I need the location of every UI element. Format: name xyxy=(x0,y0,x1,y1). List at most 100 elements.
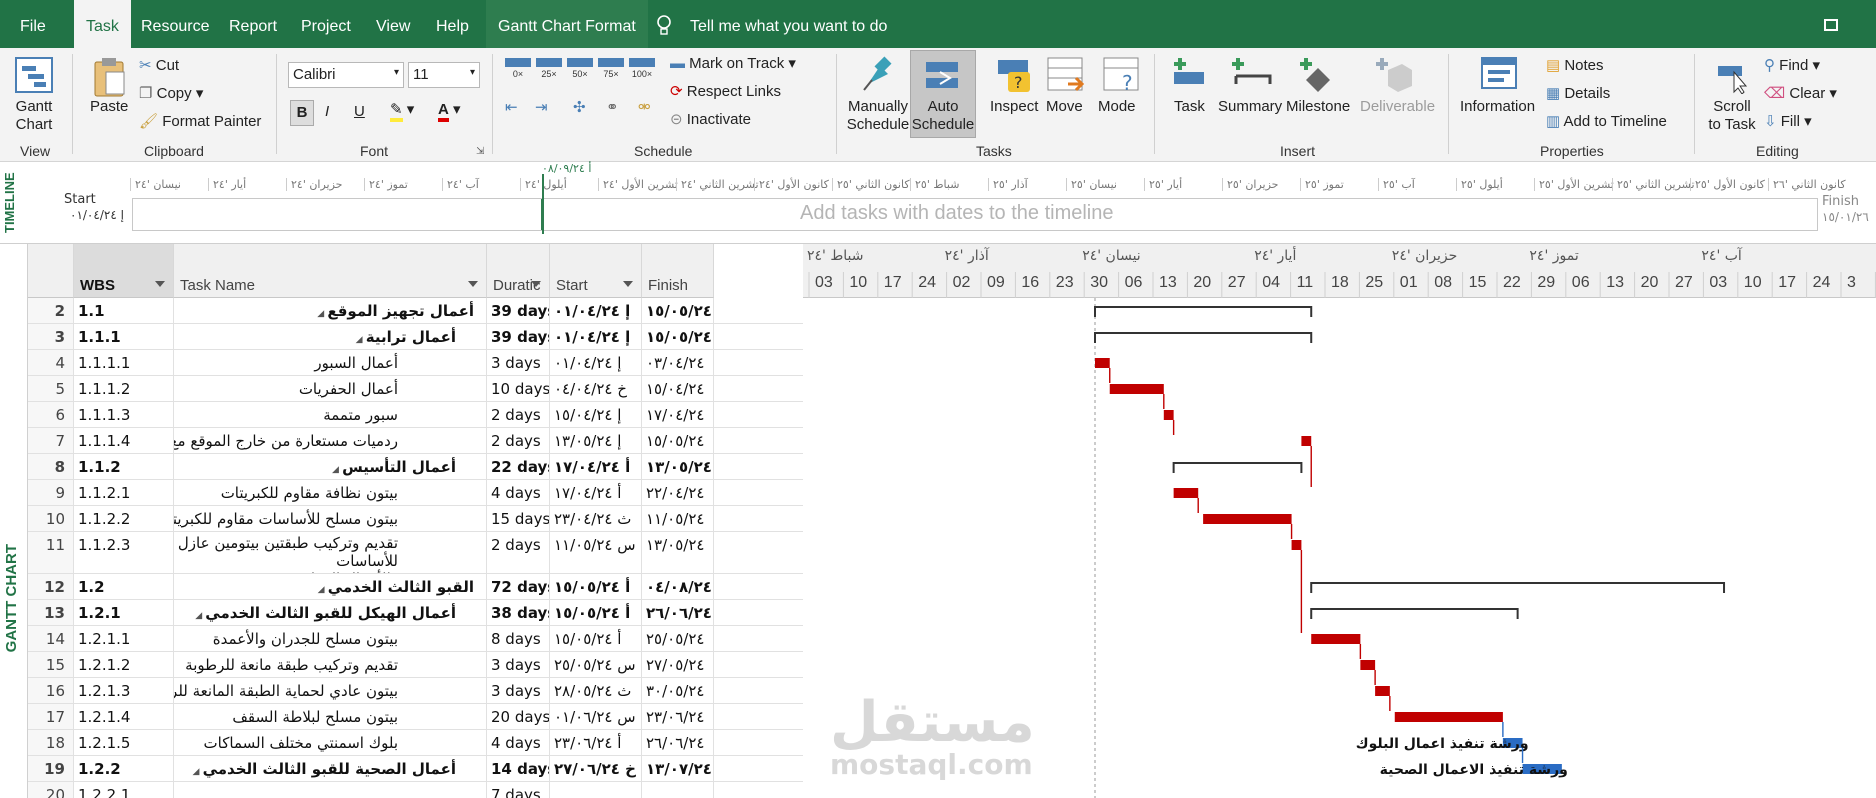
tell-me-search[interactable]: Tell me what you want to do xyxy=(690,0,887,48)
manually-schedule-button[interactable]: Manually Schedule xyxy=(842,98,914,134)
timeline-visible-range[interactable] xyxy=(133,199,543,230)
critical-task-bar[interactable] xyxy=(1173,488,1199,498)
auto-schedule-button[interactable]: Auto Schedule xyxy=(910,98,976,134)
collapse-toggle-icon[interactable]: ◢ xyxy=(318,585,328,595)
underline-button[interactable]: U xyxy=(354,103,365,120)
percent-3-button[interactable]: 75× xyxy=(598,58,624,79)
cell-duration[interactable]: 20 days xyxy=(487,704,550,729)
column-header-task-name[interactable]: Task Name xyxy=(174,244,487,298)
cell-wbs[interactable]: 1.2.1 xyxy=(74,600,174,625)
cell-start[interactable]: إ ٠١/٠٤/٢٤ xyxy=(550,298,642,323)
row-id[interactable]: 11 xyxy=(28,532,74,573)
cell-finish[interactable]: ١٣/٠٥/٢٤ xyxy=(642,454,714,479)
row-id[interactable]: 6 xyxy=(28,402,74,427)
column-header-duration[interactable]: Duratic xyxy=(487,244,550,298)
collapse-toggle-icon[interactable]: ◢ xyxy=(193,767,203,777)
cell-finish[interactable]: ٢٥/٠٥/٢٤ xyxy=(642,626,714,651)
cell-wbs[interactable]: 1.2.1.1 xyxy=(74,626,174,651)
cell-task-name[interactable]: أعمال ترابية ◢ xyxy=(174,324,487,349)
collapse-toggle-icon[interactable]: ◢ xyxy=(356,335,366,345)
gantt-chart-button[interactable]: Gantt Chart xyxy=(6,98,62,134)
cell-wbs[interactable]: 1.2 xyxy=(74,574,174,599)
cell-finish[interactable]: ٠٣/٠٤/٢٤ xyxy=(642,350,714,375)
cell-finish[interactable]: ٠٤/٠٨/٢٤ xyxy=(642,574,714,599)
summary-bar[interactable] xyxy=(1094,306,1313,317)
cell-task-name[interactable]: بيتون عادي لحماية الطبقة المانعة للرطوبة xyxy=(174,678,487,703)
respect-links-button[interactable]: ⟳ Respect Links xyxy=(670,82,781,100)
scroll-to-task-button[interactable]: Scroll to Task xyxy=(1706,98,1758,134)
cell-start[interactable]: أ ١٥/٠٥/٢٤ xyxy=(550,574,642,599)
cell-duration[interactable]: 72 days xyxy=(487,574,550,599)
critical-task-bar[interactable] xyxy=(1311,634,1361,644)
timeline-pane[interactable]: TIMELINE Start إ ٠١/٠٤/٢٤ Finish ١٥/٠١/٢… xyxy=(0,162,1876,244)
table-row[interactable]: 16 1.2.1.3 بيتون عادي لحماية الطبقة المانع… xyxy=(28,678,803,704)
row-id[interactable]: 19 xyxy=(28,756,74,781)
percent-1-button[interactable]: 25× xyxy=(536,58,562,79)
table-row[interactable]: 20 1.2.2.1 7 days xyxy=(28,782,803,798)
cell-finish[interactable] xyxy=(642,782,714,798)
italic-button[interactable]: I xyxy=(325,103,329,120)
cell-task-name[interactable]: أعمال السبور xyxy=(174,350,487,375)
cell-wbs[interactable]: 1.1.1 xyxy=(74,324,174,349)
tab-file[interactable]: File xyxy=(20,0,46,48)
select-all-corner[interactable] xyxy=(28,244,74,298)
inspect-button[interactable]: Inspect xyxy=(990,98,1038,115)
table-row[interactable]: 5 1.1.1.2 أعمال الحفريات 10 days خ ٠٤/٠٤/٢٤ ١… xyxy=(28,376,803,402)
table-row[interactable]: 14 1.2.1.1 بيتون مسلح للجدران والأعمدة 8 da… xyxy=(28,626,803,652)
cell-task-name[interactable]: أعمال الحفريات xyxy=(174,376,487,401)
summary-bar[interactable] xyxy=(1310,608,1519,619)
cell-start[interactable]: إ ٠١/٠٤/٢٤ xyxy=(550,324,642,349)
table-row[interactable]: 6 1.1.1.3 سبور متممة 2 days إ ١٥/٠٤/٢٤ ١٧/٠٤/… xyxy=(28,402,803,428)
cell-task-name[interactable]: تقديم وتركيب طبقة مانعة للرطوبة xyxy=(174,652,487,677)
cell-start[interactable]: أ ١٥/٠٥/٢٤ xyxy=(550,600,642,625)
cell-finish[interactable]: ١٧/٠٤/٢٤ xyxy=(642,402,714,427)
cell-duration[interactable]: 2 days xyxy=(487,428,550,453)
tab-resource[interactable]: Resource xyxy=(141,0,209,48)
table-row[interactable]: 13 1.2.1 أعمال الهيكل للقبو الثالث الخدمي … xyxy=(28,600,803,626)
critical-task-bar[interactable] xyxy=(1360,660,1376,670)
restore-window-icon[interactable] xyxy=(1824,19,1838,31)
row-id[interactable]: 13 xyxy=(28,600,74,625)
cell-start[interactable]: أ ١٧/٠٤/٢٤ xyxy=(550,480,642,505)
row-id[interactable]: 16 xyxy=(28,678,74,703)
cell-wbs[interactable]: 1.2.2 xyxy=(74,756,174,781)
font-color-button[interactable]: A ▾ xyxy=(438,100,461,122)
cell-wbs[interactable]: 1.2.1.3 xyxy=(74,678,174,703)
row-id[interactable]: 8 xyxy=(28,454,74,479)
table-row[interactable]: 8 1.1.2 أعمال التأسيس ◢ 22 days أ ١٧/٠٤/٢٤ ١٣… xyxy=(28,454,803,480)
cell-start[interactable]: أ ١٥/٠٥/٢٤ xyxy=(550,626,642,651)
cell-task-name[interactable]: تقديم وتركيب طبقتين بيتومين عازل للأساسا… xyxy=(174,532,487,573)
find-button[interactable]: ⚲ Find ▾ xyxy=(1764,56,1820,74)
insert-milestone-button[interactable]: Milestone xyxy=(1286,98,1350,115)
cell-duration[interactable]: 3 days xyxy=(487,350,550,375)
table-row[interactable]: 2 1.1 أعمال تجهيز الموقع ◢ 39 days إ ٠١/٠٤/٢… xyxy=(28,298,803,324)
cell-task-name[interactable]: بيتون مسلح للجدران والأعمدة xyxy=(174,626,487,651)
percent-4-button[interactable]: 100× xyxy=(629,58,655,79)
cell-finish[interactable]: ١٣/٠٧/٢٤ xyxy=(642,756,714,781)
cell-finish[interactable]: ١٣/٠٥/٢٤ xyxy=(642,532,714,573)
cell-task-name[interactable]: بيتون مسلح للأساسات مقاوم للكبريتات xyxy=(174,506,487,531)
critical-task-bar[interactable] xyxy=(1375,686,1390,696)
highlight-color-button[interactable]: ✎ ▾ xyxy=(390,100,414,122)
row-id[interactable]: 20 xyxy=(28,782,74,798)
cut-button[interactable]: ✂ Cut xyxy=(139,56,179,74)
table-row[interactable]: 17 1.2.1.4 بيتون مسلح لبلاطة السقف 20 days س… xyxy=(28,704,803,730)
critical-task-bar[interactable] xyxy=(1109,384,1164,394)
row-id[interactable]: 15 xyxy=(28,652,74,677)
tab-project[interactable]: Project xyxy=(301,0,351,48)
cell-duration[interactable]: 3 days xyxy=(487,652,550,677)
insert-task-button[interactable]: Task xyxy=(1174,98,1205,115)
paste-button[interactable]: Paste xyxy=(90,98,128,115)
summary-bar[interactable] xyxy=(1094,332,1313,343)
row-id[interactable]: 2 xyxy=(28,298,74,323)
cell-task-name[interactable]: بلوك اسمنتي مختلف السماكات xyxy=(174,730,487,755)
cell-start[interactable]: س ١١/٠٥/٢٤ xyxy=(550,532,642,573)
table-row[interactable]: 71.1.1.4ردميات مستعارة من خارج الموقع مع… xyxy=(28,428,803,454)
summary-bar[interactable] xyxy=(1310,582,1726,593)
notes-button[interactable]: ▤ Notes xyxy=(1546,56,1604,74)
cell-task-name[interactable]: أعمال الصحية للقبو الثالث الخدمي ◢ xyxy=(174,756,487,781)
outdent-icon[interactable]: ⇤ xyxy=(505,98,518,116)
cell-start[interactable]: خ ٠٤/٠٤/٢٤ xyxy=(550,376,642,401)
column-header-wbs[interactable]: WBS xyxy=(74,244,174,298)
cell-duration[interactable]: 15 days xyxy=(487,506,550,531)
